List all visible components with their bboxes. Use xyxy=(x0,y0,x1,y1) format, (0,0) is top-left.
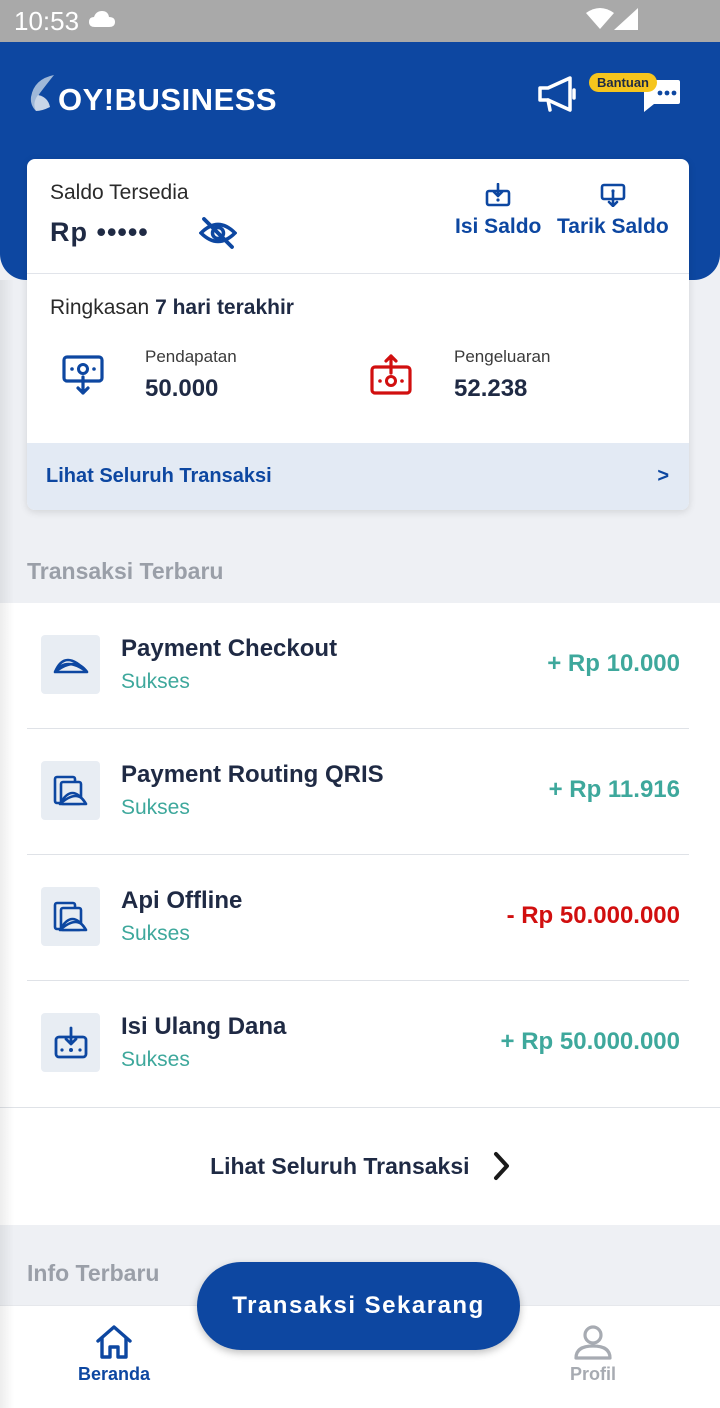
income-icon xyxy=(62,355,104,395)
transaction-name: Payment Checkout xyxy=(121,635,338,662)
summary-prefix: Ringkasan xyxy=(50,296,150,319)
balance-card: Saldo Tersedia Rp ••••• Isi Saldo Tarik … xyxy=(27,159,689,510)
expense-value: 52.238 xyxy=(454,375,528,402)
withdraw-icon xyxy=(600,183,626,207)
status-bar: 10:53 xyxy=(0,0,720,42)
help-badge[interactable]: Bantuan xyxy=(589,73,657,92)
brand-logo: OY!BUSINESS xyxy=(28,72,277,118)
payment-routing-icon xyxy=(53,775,87,805)
cloud-icon xyxy=(89,11,115,27)
nav-home-label: Beranda xyxy=(78,1364,151,1384)
status-time: 10:53 xyxy=(14,6,80,36)
transaction-amount: + Rp 10.000 xyxy=(547,650,680,677)
signal-icon xyxy=(614,8,638,30)
logo-text: OY!BUSINESS xyxy=(58,82,278,117)
income-label: Pendapatan xyxy=(145,347,237,366)
megaphone-icon[interactable] xyxy=(536,74,578,114)
eye-off-icon[interactable] xyxy=(199,216,237,250)
top-up-icon xyxy=(485,183,511,207)
recent-transactions-title: Transaksi Terbaru xyxy=(27,558,224,584)
transaction-amount: + Rp 11.916 xyxy=(548,776,680,803)
transaction-row[interactable]: Isi Ulang Dana Sukses + Rp 50.000.000 xyxy=(27,981,689,1107)
expense-label: Pengeluaran xyxy=(454,347,551,366)
transaction-status: Sukses xyxy=(121,922,190,945)
transaction-amount: + Rp 50.000.000 xyxy=(500,1028,680,1055)
home-icon xyxy=(96,1325,132,1359)
transaction-row[interactable]: Payment Checkout Sukses + Rp 10.000 xyxy=(27,603,689,729)
balance-value: Rp ••••• xyxy=(50,217,149,247)
top-up-button[interactable]: Isi Saldo xyxy=(455,183,541,239)
transaction-status: Sukses xyxy=(121,796,190,819)
transaction-icon-box xyxy=(41,635,100,694)
transaction-icon-box xyxy=(41,887,100,946)
nav-profile[interactable]: Profil xyxy=(570,1324,616,1385)
transaction-status: Sukses xyxy=(121,1048,190,1071)
see-all-transactions-label: Lihat Seluruh Transaksi xyxy=(46,465,272,487)
transaction-row[interactable]: Payment Routing QRIS Sukses + Rp 11.916 xyxy=(27,729,689,855)
latest-info-title: Info Terbaru xyxy=(27,1260,160,1286)
transact-now-label: Transaksi Sekarang xyxy=(232,1292,485,1319)
payment-routing-icon xyxy=(53,901,87,931)
top-up-label: Isi Saldo xyxy=(455,215,542,238)
wifi-icon xyxy=(586,8,614,29)
transaction-icon-box xyxy=(41,761,100,820)
chevron-right-icon: > xyxy=(657,465,669,487)
transaction-row[interactable]: Api Offline Sukses - Rp 50.000.000 xyxy=(27,855,689,981)
summary-title: Ringkasan 7 hari terakhir xyxy=(50,296,294,320)
profile-icon xyxy=(574,1325,612,1360)
nav-home[interactable]: Beranda xyxy=(78,1324,150,1385)
payment-link-icon xyxy=(53,658,88,673)
nav-profile-label: Profil xyxy=(570,1364,617,1384)
transaction-name: Payment Routing QRIS xyxy=(121,761,384,788)
transaction-status: Sukses xyxy=(121,670,190,693)
transaction-icon-box xyxy=(41,1013,100,1072)
recent-transactions-panel: Payment Checkout Sukses + Rp 10.000 Paym… xyxy=(0,603,720,1225)
see-all-transactions-link[interactable]: Lihat Seluruh Transaksi > xyxy=(27,443,689,510)
see-all-transactions-button[interactable]: Lihat Seluruh Transaksi xyxy=(0,1151,720,1181)
withdraw-label: Tarik Saldo xyxy=(557,215,669,238)
transact-now-button[interactable]: Transaksi Sekarang xyxy=(197,1262,520,1350)
transaction-amount: - Rp 50.000.000 xyxy=(506,902,680,929)
top-up-icon xyxy=(54,1026,87,1058)
expense-icon xyxy=(370,354,412,395)
see-all-label: Lihat Seluruh Transaksi xyxy=(210,1153,470,1179)
transaction-name: Api Offline xyxy=(121,887,243,914)
balance-label: Saldo Tersedia xyxy=(50,181,189,204)
transaction-name: Isi Ulang Dana xyxy=(121,1013,287,1040)
income-value: 50.000 xyxy=(145,375,219,402)
withdraw-button[interactable]: Tarik Saldo xyxy=(557,183,669,239)
panel-divider xyxy=(0,1107,720,1108)
card-divider xyxy=(27,273,689,274)
oy-logo-icon xyxy=(30,75,54,111)
summary-period: 7 hari terakhir xyxy=(155,296,294,319)
chevron-right-icon xyxy=(493,1151,509,1180)
